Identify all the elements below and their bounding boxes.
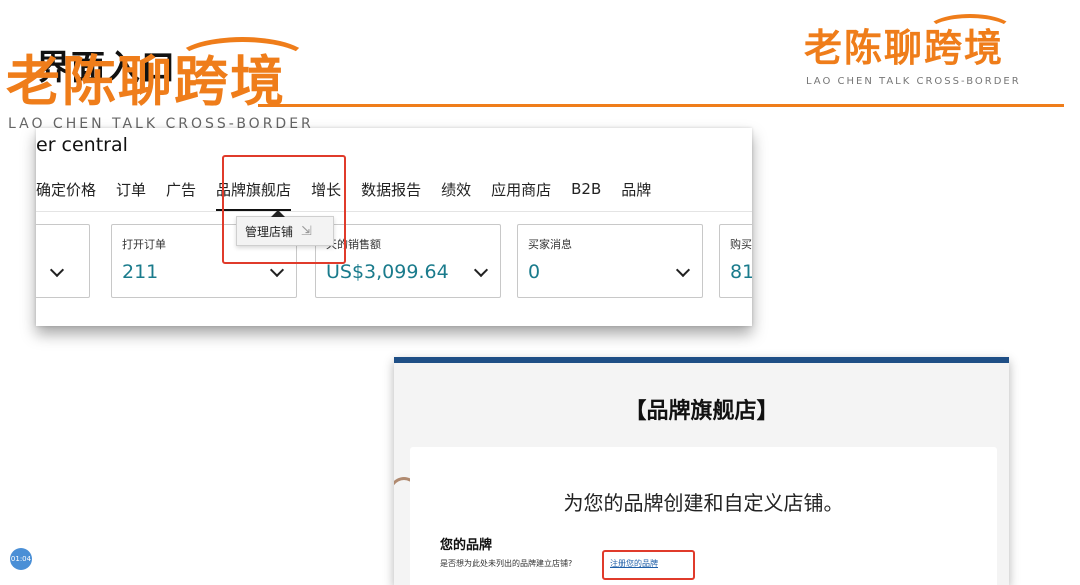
nav-performance[interactable]: 绩效 xyxy=(441,179,471,200)
brand-store-heading: 为您的品牌创建和自定义店铺。 xyxy=(410,487,997,516)
unlisted-brand-question: 是否想为此处未列出的品牌建立店铺? xyxy=(440,558,572,569)
chevron-down-icon[interactable] xyxy=(474,263,488,277)
nav-brands[interactable]: 品牌 xyxy=(621,179,651,200)
brand-store-title: 【品牌旗舰店】 xyxy=(394,393,1009,425)
card-value: 211 xyxy=(122,261,158,283)
nav-advertising[interactable]: 广告 xyxy=(166,179,196,200)
nav-pricing[interactable]: 确定价格 xyxy=(36,179,96,200)
video-time-badge: 01:04 xyxy=(10,548,32,570)
chevron-down-icon[interactable] xyxy=(50,263,64,277)
metric-card-partial[interactable] xyxy=(36,224,90,298)
metric-card-buy[interactable]: 购买 81 xyxy=(719,224,752,298)
nav-orders[interactable]: 订单 xyxy=(116,179,146,200)
main-nav: 确定价格 订单 广告 品牌旗舰店 增长 数据报告 绩效 应用商店 B2B 品牌 xyxy=(36,174,671,204)
card-label: 打开订单 xyxy=(122,236,166,252)
brand-store-card: 为您的品牌创建和自定义店铺。 您的品牌 是否想为此处未列出的品牌建立店铺? 注册… xyxy=(410,447,997,585)
brand-store-screenshot: 【品牌旗舰店】 为您的品牌创建和自定义店铺。 您的品牌 是否想为此处未列出的品牌… xyxy=(394,357,1009,585)
logo-corner-text: 老陈聊跨境 xyxy=(804,26,1004,70)
metric-card-buyer-messages[interactable]: 买家消息 0 xyxy=(517,224,703,298)
chevron-down-icon[interactable] xyxy=(676,263,690,277)
nav-b2b[interactable]: B2B xyxy=(571,180,601,198)
highlight-box-register xyxy=(602,550,695,580)
nav-divider xyxy=(36,211,752,212)
card-value: 0 xyxy=(528,261,540,283)
card-label: 购买 xyxy=(730,236,752,252)
card-value: 81 xyxy=(730,261,752,283)
header-divider xyxy=(258,104,1064,107)
highlight-box-brand-store xyxy=(222,155,346,264)
card-label: 买家消息 xyxy=(528,236,572,252)
brand-store-topbar xyxy=(394,357,1009,363)
seller-central-brand: er central xyxy=(36,134,128,156)
logo-main-text: 老陈聊跨境 xyxy=(6,52,286,112)
nav-reports[interactable]: 数据报告 xyxy=(361,179,421,200)
card-value: US$3,099.64 xyxy=(326,261,449,283)
seller-central-screenshot: er central 确定价格 订单 广告 品牌旗舰店 增长 数据报告 绩效 应… xyxy=(36,128,752,326)
logo-corner-subtitle: LAO CHEN TALK CROSS-BORDER xyxy=(806,76,1021,87)
your-brand-label: 您的品牌 xyxy=(440,534,492,553)
chevron-down-icon[interactable] xyxy=(270,263,284,277)
nav-appstore[interactable]: 应用商店 xyxy=(491,179,551,200)
